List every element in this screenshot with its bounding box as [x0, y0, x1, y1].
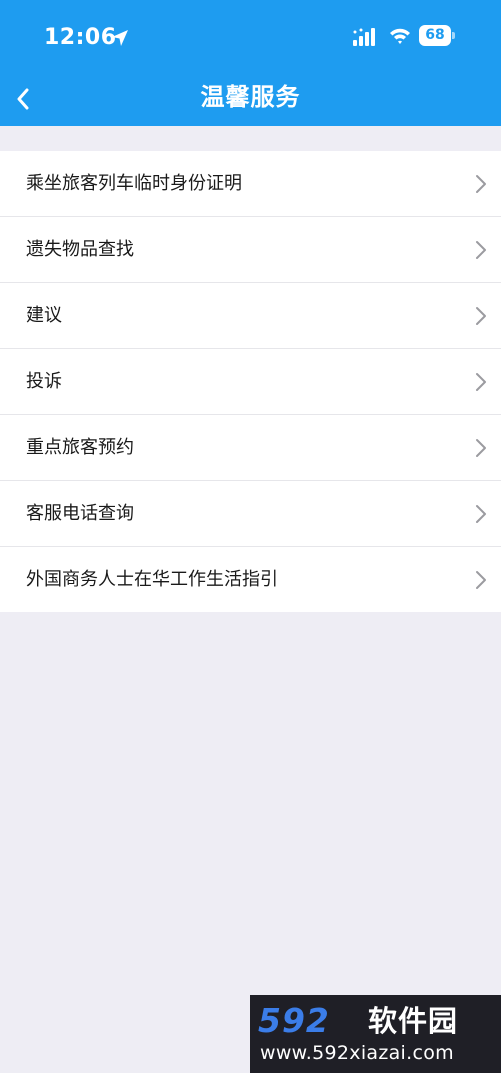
menu-item-label: 建议 [26, 305, 62, 326]
service-menu-list: 乘坐旅客列车临时身份证明 遗失物品查找 建议 投诉 重点旅客预约 客服电话查询 … [0, 151, 501, 612]
menu-item-complaint[interactable]: 投诉 [0, 349, 501, 415]
menu-item-label: 遗失物品查找 [26, 239, 134, 260]
menu-item-label: 乘坐旅客列车临时身份证明 [26, 173, 242, 194]
nav-bar: 温馨服务 [0, 72, 501, 126]
watermark-logo-text: 软件园 [368, 1004, 459, 1038]
location-arrow-icon [112, 30, 128, 46]
header: 12:06 68 温馨服务 [0, 0, 501, 126]
status-time: 12:06 [44, 25, 117, 50]
menu-item-priority-passenger-booking[interactable]: 重点旅客预约 [0, 415, 501, 481]
menu-item-label: 重点旅客预约 [26, 437, 134, 458]
site-watermark: 592 软件园 www.592xiazai.com [250, 995, 501, 1073]
menu-item-lost-items[interactable]: 遗失物品查找 [0, 217, 501, 283]
watermark-logo-number: 592 [258, 1001, 330, 1040]
battery-level: 68 [425, 27, 445, 43]
status-bar: 12:06 68 [0, 0, 501, 72]
chevron-right-icon [476, 571, 486, 589]
chevron-right-icon [476, 373, 486, 391]
menu-item-label: 外国商务人士在华工作生活指引 [26, 569, 278, 590]
menu-item-customer-service-phone[interactable]: 客服电话查询 [0, 481, 501, 547]
chevron-right-icon [476, 505, 486, 523]
chevron-right-icon [476, 175, 486, 193]
chevron-right-icon [476, 307, 486, 325]
battery-icon: 68 [419, 25, 457, 46]
menu-item-foreign-business-guide[interactable]: 外国商务人士在华工作生活指引 [0, 547, 501, 612]
menu-item-label: 投诉 [26, 371, 62, 392]
menu-item-suggestion[interactable]: 建议 [0, 283, 501, 349]
chevron-right-icon [476, 241, 486, 259]
watermark-url: www.592xiazai.com [260, 1042, 454, 1064]
page-title: 温馨服务 [200, 83, 301, 111]
wifi-icon [390, 28, 410, 44]
menu-item-label: 客服电话查询 [26, 503, 134, 524]
menu-item-temporary-id[interactable]: 乘坐旅客列车临时身份证明 [0, 151, 501, 217]
cellular-signal-icon [353, 28, 375, 46]
chevron-right-icon [476, 439, 486, 457]
